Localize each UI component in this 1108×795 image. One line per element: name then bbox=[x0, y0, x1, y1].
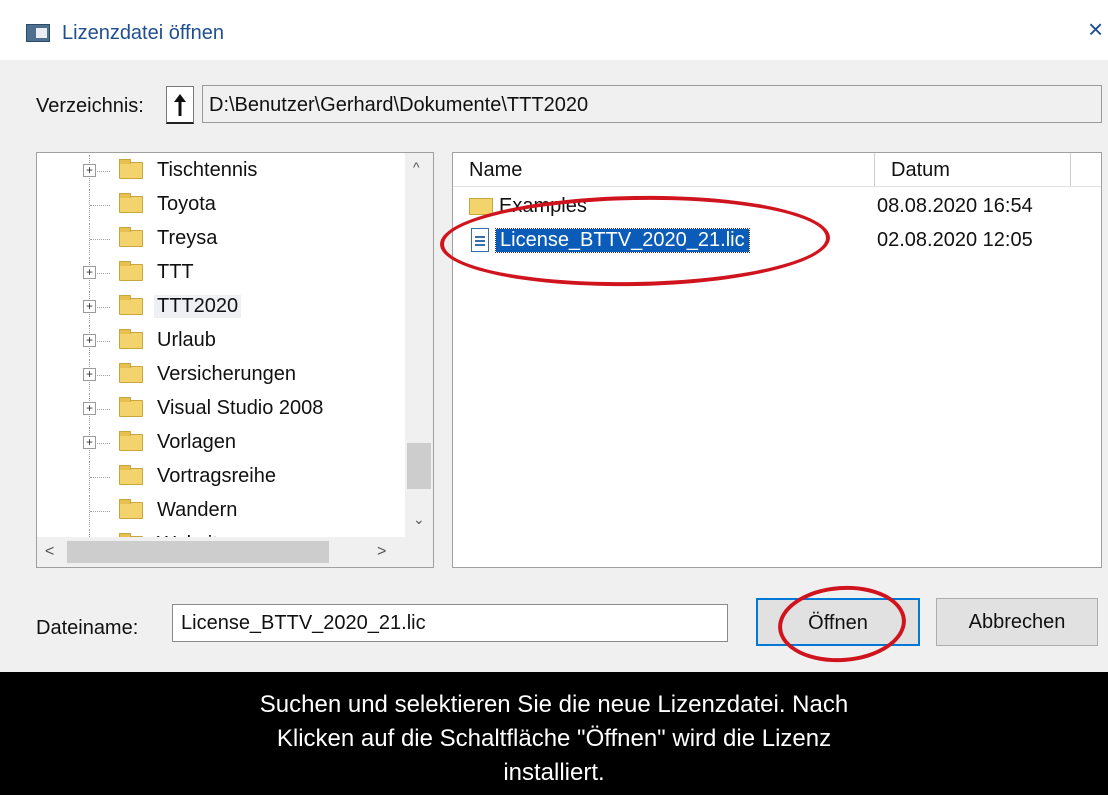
expand-icon[interactable]: + bbox=[83, 334, 96, 347]
open-license-dialog: Lizenzdatei öffnen × Verzeichnis: D:\Ben… bbox=[0, 0, 1108, 672]
tree-horizontal-scrollbar[interactable]: < > bbox=[37, 537, 405, 567]
tree-item[interactable]: + Tischtennis bbox=[37, 155, 397, 187]
directory-path-field[interactable]: D:\Benutzer\Gerhard\Dokumente\TTT2020 bbox=[202, 85, 1102, 123]
tree-item[interactable]: Vortragsreihe bbox=[37, 461, 397, 493]
column-header-empty bbox=[1071, 153, 1101, 187]
title-bar[interactable]: Lizenzdatei öffnen × bbox=[0, 0, 1108, 60]
folder-icon bbox=[119, 159, 143, 179]
tree-item-label: Wandern bbox=[157, 499, 238, 521]
tree-connector bbox=[90, 511, 110, 512]
scroll-corner bbox=[405, 537, 433, 567]
scroll-down-icon[interactable]: ⌄ bbox=[413, 511, 425, 528]
tree-item[interactable]: Wandern bbox=[37, 495, 397, 527]
expand-icon[interactable]: + bbox=[83, 436, 96, 449]
file-date: 02.08.2020 12:05 bbox=[877, 229, 1033, 251]
expand-icon[interactable]: + bbox=[83, 368, 96, 381]
cancel-button[interactable]: Abbrechen bbox=[936, 598, 1098, 646]
tree-connector bbox=[90, 205, 110, 206]
folder-icon bbox=[469, 198, 493, 215]
directory-label: Verzeichnis: bbox=[36, 95, 144, 117]
column-header-date[interactable]: Datum bbox=[875, 153, 1071, 187]
tree-vertical-scroll-thumb[interactable] bbox=[407, 443, 431, 489]
caption-line-2: Klicken auf die Schaltfläche "Öffnen" wi… bbox=[276, 725, 832, 752]
tree-item-label: Tischtennis bbox=[157, 159, 258, 181]
column-header-name[interactable]: Name bbox=[453, 153, 875, 187]
file-row-examples[interactable]: Examples 08.08.2020 16:54 bbox=[453, 191, 1101, 223]
caption-line-3: installiert. bbox=[503, 759, 605, 786]
tree-item[interactable]: + Visual Studio 2008 bbox=[37, 393, 397, 425]
tree-item-label: TTT2020 bbox=[154, 295, 242, 318]
tree-item[interactable]: + TTT2020 bbox=[37, 291, 397, 323]
caption-line-1: Suchen und selektieren Sie die neue Lize… bbox=[259, 691, 849, 718]
tree-connector bbox=[90, 239, 110, 240]
expand-icon[interactable]: + bbox=[83, 300, 96, 313]
open-button[interactable]: Öffnen bbox=[756, 598, 920, 646]
tree-item-label: Toyota bbox=[157, 193, 216, 215]
tree-horizontal-scroll-thumb[interactable] bbox=[67, 541, 329, 563]
tree-item[interactable]: + Urlaub bbox=[37, 325, 397, 357]
folder-icon bbox=[119, 397, 143, 417]
filename-input[interactable]: License_BTTV_2020_21.lic bbox=[172, 604, 728, 642]
expand-icon[interactable]: + bbox=[83, 266, 96, 279]
expand-icon[interactable]: + bbox=[83, 164, 96, 177]
file-name-selected: License_BTTV_2020_21.lic bbox=[495, 228, 750, 253]
tree-item-label: Vorlagen bbox=[157, 431, 236, 453]
document-icon bbox=[471, 228, 489, 252]
file-list[interactable]: Name Datum Examples 08.08.2020 16:54 Lic… bbox=[452, 152, 1102, 568]
expand-icon[interactable]: + bbox=[83, 402, 96, 415]
folder-icon bbox=[119, 465, 143, 485]
tree-item[interactable]: Toyota bbox=[37, 189, 397, 221]
filename-label: Dateiname: bbox=[36, 617, 139, 639]
file-date: 08.08.2020 16:54 bbox=[877, 195, 1033, 217]
folder-icon bbox=[119, 227, 143, 247]
folder-icon bbox=[119, 193, 143, 213]
tree-item[interactable]: + Vorlagen bbox=[37, 427, 397, 459]
scroll-right-icon[interactable]: > bbox=[377, 543, 386, 561]
tree-item-label: Versicherungen bbox=[157, 363, 296, 385]
tree-connector bbox=[90, 477, 110, 478]
folder-icon bbox=[119, 261, 143, 281]
tree-vertical-scrollbar[interactable]: ^ ⌄ bbox=[405, 153, 433, 537]
tree-item[interactable]: Treysa bbox=[37, 223, 397, 255]
window-icon bbox=[26, 24, 50, 42]
window-title: Lizenzdatei öffnen bbox=[62, 22, 224, 44]
tree-item-label: Treysa bbox=[157, 227, 218, 249]
folder-icon bbox=[119, 499, 143, 519]
tree-item[interactable]: + Versicherungen bbox=[37, 359, 397, 391]
up-arrow-icon bbox=[174, 94, 186, 116]
file-name: Examples bbox=[499, 195, 587, 217]
close-button[interactable]: × bbox=[1088, 16, 1103, 42]
folder-icon bbox=[119, 363, 143, 383]
folder-icon bbox=[119, 431, 143, 451]
tree-item-label: Vortragsreihe bbox=[157, 465, 276, 487]
tree-item-label: Urlaub bbox=[157, 329, 216, 351]
folder-icon bbox=[119, 329, 143, 349]
folder-icon bbox=[119, 295, 143, 315]
tree-item-label: Visual Studio 2008 bbox=[157, 397, 324, 419]
tree-item[interactable]: + TTT bbox=[37, 257, 397, 289]
instruction-caption: Suchen und selektieren Sie die neue Lize… bbox=[0, 672, 1108, 795]
parent-directory-button[interactable] bbox=[166, 86, 194, 124]
scroll-up-icon[interactable]: ^ bbox=[413, 159, 420, 175]
folder-tree[interactable]: + Tischtennis Toyota Treysa + TTT + TTT2020 + Url… bbox=[36, 152, 434, 568]
tree-item-label: TTT bbox=[157, 261, 194, 283]
file-row-license[interactable]: License_BTTV_2020_21.lic 02.08.2020 12:0… bbox=[453, 225, 1101, 257]
scroll-left-icon[interactable]: < bbox=[45, 543, 54, 561]
